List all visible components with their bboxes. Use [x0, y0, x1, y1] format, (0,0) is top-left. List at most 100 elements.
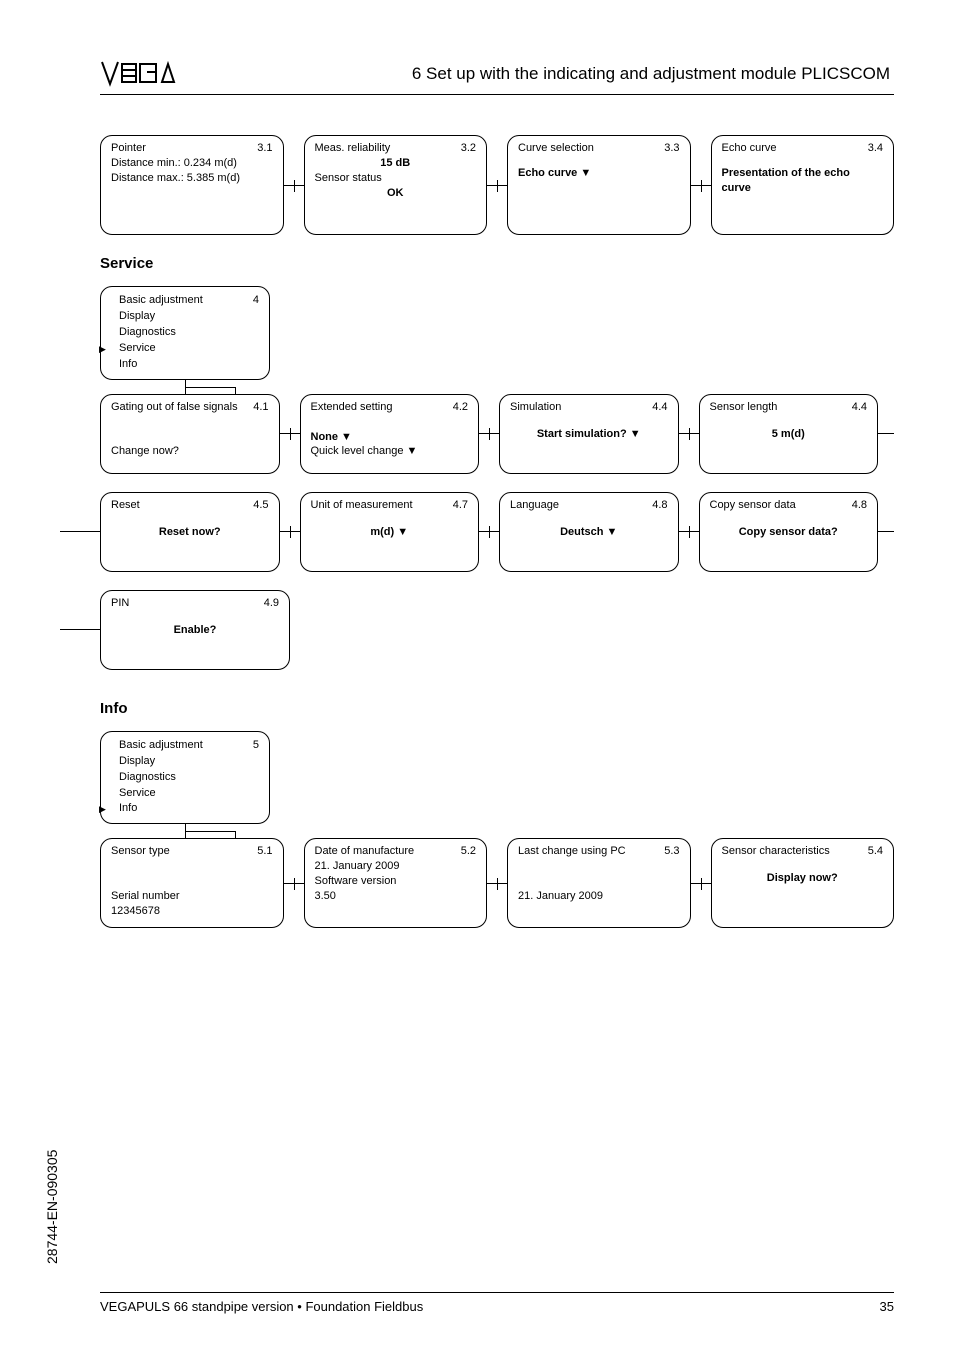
box-num: 4.8: [852, 499, 867, 511]
box-gating: Gating out of false signals 4.1 Change n…: [100, 394, 280, 474]
box-extended-setting: Extended setting 4.2 None ▼ Quick level …: [300, 394, 480, 474]
unit-value: m(d) ▼: [311, 525, 469, 540]
box-title: Last change using PC: [518, 845, 626, 857]
box-num: 4.8: [652, 499, 667, 511]
box-title: Reset: [111, 499, 140, 511]
box-unit: Unit of measurement 4.7 m(d) ▼: [300, 492, 480, 572]
box-title: Simulation: [510, 401, 561, 413]
end-connector: [878, 394, 894, 474]
box-num: 4.2: [453, 401, 468, 413]
box-title: Sensor characteristics: [722, 845, 830, 857]
diagnostics-row: Pointer 3.1 Distance min.: 0.234 m(d) Di…: [100, 135, 894, 235]
box-copy-sensor: Copy sensor data 4.8 Copy sensor data?: [699, 492, 879, 572]
menu-item: Info: [109, 357, 261, 373]
box-num: 5.4: [868, 845, 883, 857]
box-num: 5.1: [257, 845, 272, 857]
join-connector: [100, 380, 894, 394]
box-echo-curve: Echo curve 3.4 Presentation of the echo …: [711, 135, 895, 235]
echo-line2: curve: [722, 181, 884, 196]
box-num: 3.1: [257, 142, 272, 154]
box-title: Copy sensor data: [710, 499, 796, 511]
box-title: Extended setting: [311, 401, 393, 413]
box-num: 4.1: [253, 401, 268, 413]
sw-label: Software version: [315, 874, 477, 889]
enable-q: Enable?: [111, 623, 279, 638]
menu-item-selected: Service: [109, 341, 261, 357]
vega-logo: [100, 60, 180, 88]
box-reset: Reset 4.5 Reset now?: [100, 492, 280, 572]
display-now: Display now?: [722, 871, 884, 886]
distance-max: Distance max.: 5.385 m(d): [111, 171, 273, 186]
left-connector: [60, 492, 100, 572]
box-num: 5.2: [461, 845, 476, 857]
connector: [479, 492, 499, 572]
box-title: Sensor type: [111, 845, 170, 857]
box-title: Unit of measurement: [311, 499, 413, 511]
last-change-value: 21. January 2009: [518, 889, 680, 904]
menu-item: Service: [109, 786, 261, 802]
box-title: Pointer: [111, 142, 146, 154]
page-footer: VEGAPULS 66 standpipe version • Foundati…: [100, 1292, 894, 1314]
box-reliability: Meas. reliability 3.2 15 dB Sensor statu…: [304, 135, 488, 235]
sensor-length-value: 5 m(d): [710, 427, 868, 442]
box-pin: PIN 4.9 Enable?: [100, 590, 290, 670]
join-connector: [100, 824, 894, 838]
footer-left: VEGAPULS 66 standpipe version • Foundati…: [100, 1299, 423, 1314]
connector: [487, 135, 507, 235]
box-title: Gating out of false signals: [111, 401, 238, 413]
connector: [679, 492, 699, 572]
service-menu: 4 Basic adjustment Display Diagnostics S…: [100, 286, 270, 380]
connector: [487, 838, 507, 927]
sensor-status-value: OK: [315, 186, 477, 201]
ext-none: None ▼: [311, 430, 469, 445]
box-num: 5.3: [664, 845, 679, 857]
left-connector: [60, 590, 100, 670]
sensor-status-label: Sensor status: [315, 171, 477, 186]
box-sensor-characteristics: Sensor characteristics 5.4 Display now?: [711, 838, 895, 927]
box-num: 4.7: [453, 499, 468, 511]
section-info-title: Info: [100, 700, 894, 717]
end-connector: [878, 492, 894, 572]
service-row-2: Reset 4.5 Reset now? Unit of measurement…: [60, 492, 894, 572]
menu-item-selected: Info: [109, 801, 261, 817]
distance-min: Distance min.: 0.234 m(d): [111, 156, 273, 171]
page-header: 6 Set up with the indicating and adjustm…: [100, 60, 894, 95]
box-simulation: Simulation 4.4 Start simulation? ▼: [499, 394, 679, 474]
box-language: Language 4.8 Deutsch ▼: [499, 492, 679, 572]
serial-value: 12345678: [111, 904, 273, 919]
box-num: 3.4: [868, 142, 883, 154]
connector: [479, 394, 499, 474]
menu-item: Display: [109, 309, 261, 325]
menu-item: Diagnostics: [109, 325, 261, 341]
connector: [284, 838, 304, 927]
section-service-title: Service: [100, 255, 894, 272]
footer-page-num: 35: [880, 1299, 894, 1314]
start-simulation: Start simulation? ▼: [510, 427, 668, 442]
echo-line1: Presentation of the echo: [722, 166, 884, 181]
box-num: 4.5: [253, 499, 268, 511]
box-title: PIN: [111, 597, 129, 609]
service-row-1: Gating out of false signals 4.1 Change n…: [100, 394, 894, 474]
connector: [284, 135, 304, 235]
reset-now: Reset now?: [111, 525, 269, 540]
curve-selection-value: Echo curve ▼: [518, 166, 680, 181]
connector: [691, 135, 711, 235]
doc-id-vertical: 28744-EN-090305: [44, 1150, 60, 1264]
ext-quick: Quick level change ▼: [311, 444, 469, 459]
connector: [679, 394, 699, 474]
info-row: Sensor type 5.1 Serial number 12345678 D…: [100, 838, 894, 927]
box-num: 4.4: [652, 401, 667, 413]
connector: [691, 838, 711, 927]
date-value: 21. January 2009: [315, 859, 477, 874]
box-pointer: Pointer 3.1 Distance min.: 0.234 m(d) Di…: [100, 135, 284, 235]
box-num: 4.4: [852, 401, 867, 413]
change-now: Change now?: [111, 444, 269, 459]
connector: [280, 492, 300, 572]
box-date-manufacture: Date of manufacture 5.2 21. January 2009…: [304, 838, 488, 927]
box-num: 3.3: [664, 142, 679, 154]
menu-item: Basic adjustment: [109, 738, 261, 754]
language-value: Deutsch ▼: [510, 525, 668, 540]
menu-item: Display: [109, 754, 261, 770]
service-row-3: PIN 4.9 Enable?: [60, 590, 894, 670]
box-title: Echo curve: [722, 142, 777, 154]
